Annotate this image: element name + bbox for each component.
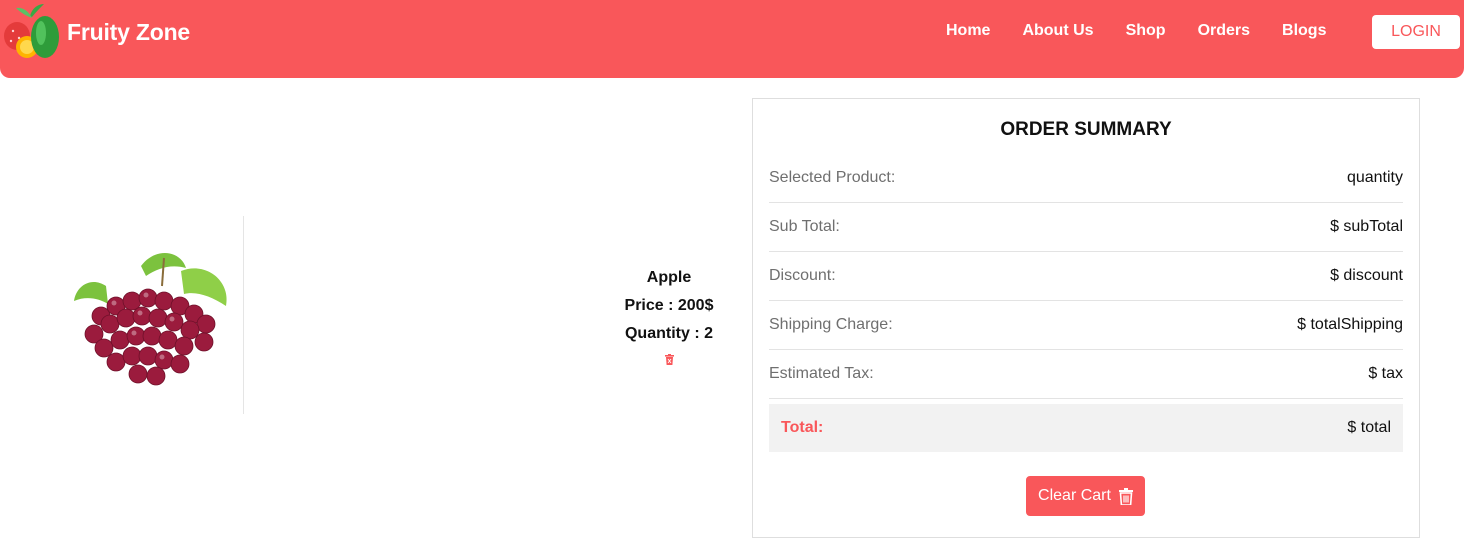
order-summary: ORDER SUMMARY Selected Product: quantity… [752, 98, 1420, 538]
item-price: Price : 200$ [624, 297, 714, 314]
summary-row-estimated-tax: Estimated Tax: $ tax [769, 350, 1403, 399]
row-label: Selected Product: [769, 169, 896, 186]
image-divider [243, 216, 244, 414]
cart-item: Apple Price : 200$ Quantity : 2 [0, 216, 744, 414]
brand[interactable]: Fruity Zone [2, 0, 190, 64]
navbar: Fruity Zone Home About Us Shop Orders Bl… [0, 0, 1464, 78]
summary-row-selected-product: Selected Product: quantity [769, 154, 1403, 203]
item-info: Apple Price : 200$ Quantity : 2 [594, 264, 744, 370]
row-value: quantity [1346, 169, 1403, 186]
row-value: $ subTotal [1330, 218, 1403, 235]
item-quantity: Quantity : 2 [624, 325, 713, 342]
summary-title: ORDER SUMMARY [1000, 119, 1172, 140]
nav-shop[interactable]: Shop [1110, 21, 1182, 41]
clear-cart-button[interactable]: Clear Cart [1026, 476, 1145, 516]
summary-row-discount: Discount: $ discount [769, 252, 1403, 301]
nav-home[interactable]: Home [930, 21, 1006, 41]
row-value: $ discount [1330, 267, 1403, 284]
total-value: $ total [1347, 419, 1391, 436]
main-nav: Home About Us Shop Orders Blogs [930, 21, 1342, 41]
nav-about-us[interactable]: About Us [1006, 21, 1109, 41]
item-name: Apple [646, 269, 692, 286]
summary-total-row: Total: $ total [769, 404, 1403, 452]
row-value: $ totalShipping [1297, 316, 1403, 333]
clear-cart-label: Clear Cart [1038, 487, 1111, 504]
red-grapes-image [74, 253, 227, 386]
total-label: Total: [781, 419, 824, 436]
row-value: $ tax [1368, 365, 1403, 382]
fruit-logo-icon [4, 4, 59, 58]
trash-icon [1118, 487, 1133, 505]
nav-blogs[interactable]: Blogs [1266, 21, 1342, 41]
trash-icon[interactable] [664, 352, 674, 370]
summary-row-sub-total: Sub Total: $ subTotal [769, 203, 1403, 252]
row-label: Sub Total: [769, 218, 840, 235]
login-button[interactable]: LOGIN [1372, 15, 1460, 49]
row-label: Shipping Charge: [769, 316, 893, 333]
row-label: Discount: [769, 267, 836, 284]
nav-orders[interactable]: Orders [1182, 21, 1266, 41]
brand-name: Fruity Zone [67, 18, 191, 45]
row-label: Estimated Tax: [769, 365, 874, 382]
summary-row-shipping: Shipping Charge: $ totalShipping [769, 301, 1403, 350]
